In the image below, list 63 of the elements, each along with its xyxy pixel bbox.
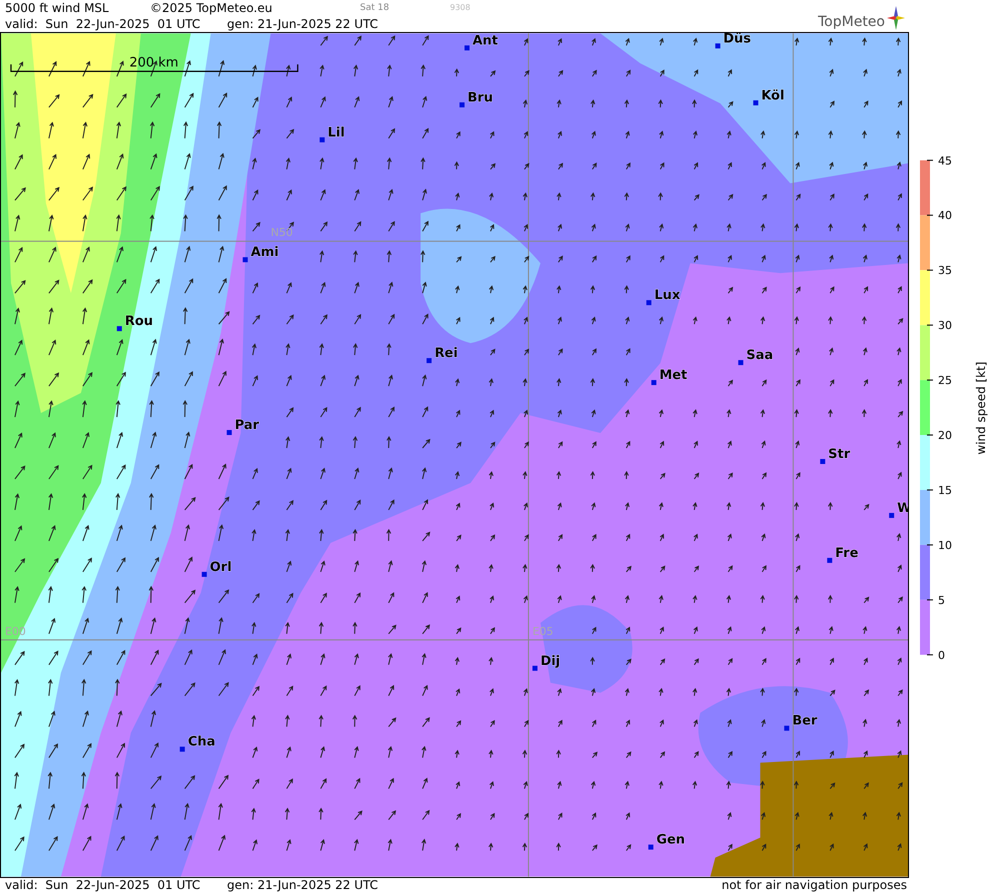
logo-text: TopMeteo — [818, 14, 885, 30]
legend-tick-label: 40 — [938, 209, 952, 222]
valid-time: valid: Sun 22-Jun-2025 01 UTC — [5, 16, 202, 32]
city-marker-icon — [648, 844, 654, 850]
city-marker-icon — [460, 102, 465, 108]
disclaimer-text: not for air navigation purposes — [722, 878, 907, 893]
map-title: 5000 ft wind MSL — [5, 0, 110, 16]
code-label: 9308 — [450, 2, 470, 14]
city-marker-icon — [784, 726, 790, 731]
legend-tick-label: 5 — [938, 594, 946, 607]
city-marker-icon — [116, 326, 122, 332]
city-label: Gen — [656, 832, 686, 848]
city-label: Dij — [540, 654, 560, 669]
legend-tick-label: 25 — [938, 374, 952, 388]
city-marker-icon — [320, 137, 325, 142]
legend-tick-label: 0 — [938, 648, 946, 662]
legend-tick-label: 20 — [938, 429, 952, 442]
legend-tick-label: 45 — [938, 154, 952, 168]
city-label: Fre — [835, 546, 858, 561]
city-label: Lil — [328, 125, 345, 140]
day-label: Sat 18 — [360, 2, 390, 15]
city-label: Ant — [472, 33, 498, 48]
city-marker-icon — [820, 459, 826, 464]
grid-label: E05 — [532, 624, 554, 638]
city-marker-icon — [464, 45, 470, 50]
city-marker-icon — [753, 100, 758, 106]
city-marker-icon — [651, 380, 656, 386]
city-label: Par — [234, 418, 260, 434]
city-marker-icon — [646, 300, 652, 306]
grid-label: N50 — [270, 226, 293, 240]
city-label: Cha — [188, 734, 216, 750]
city-label: Lux — [654, 288, 680, 304]
city-marker-icon — [202, 572, 207, 577]
city-marker-icon — [180, 746, 185, 752]
city-marker-icon — [715, 43, 720, 48]
legend-tick-label: 30 — [938, 319, 952, 332]
city-marker-icon — [889, 512, 894, 518]
city-marker-icon — [226, 430, 232, 436]
scale-label: 200 km — [129, 55, 178, 70]
valid-time: valid: Sun 22-Jun-2025 01 UTC — [5, 878, 202, 893]
city-label: Str — [828, 447, 850, 462]
city-label: Orl — [210, 560, 232, 575]
city-label: W — [897, 500, 910, 516]
compass-star-icon — [887, 6, 905, 30]
city-marker-icon — [242, 257, 248, 262]
legend-title: wind speed [kt] — [974, 362, 988, 455]
city-marker-icon — [532, 666, 538, 671]
city-label: Köl — [761, 88, 784, 104]
city-label: Ber — [792, 714, 818, 729]
city-label: Met — [659, 368, 688, 384]
city-label: Saa — [746, 348, 774, 364]
city-marker-icon — [827, 558, 832, 563]
generated-time: gen: 21-Jun-2025 22 UTC — [227, 16, 378, 32]
generated-time: gen: 21-Jun-2025 22 UTC — [227, 878, 378, 893]
city-marker-icon — [426, 358, 432, 364]
legend-tick-label: 35 — [938, 264, 952, 278]
city-label: Ami — [250, 245, 279, 260]
legend-tick-label: 15 — [938, 484, 952, 497]
city-label: Bru — [468, 90, 494, 106]
city-marker-icon — [738, 360, 744, 366]
legend-tick-label: 10 — [938, 538, 952, 552]
city-label: Rei — [434, 346, 458, 362]
copyright-text: ©2025 TopMeteo.eu — [150, 0, 274, 16]
